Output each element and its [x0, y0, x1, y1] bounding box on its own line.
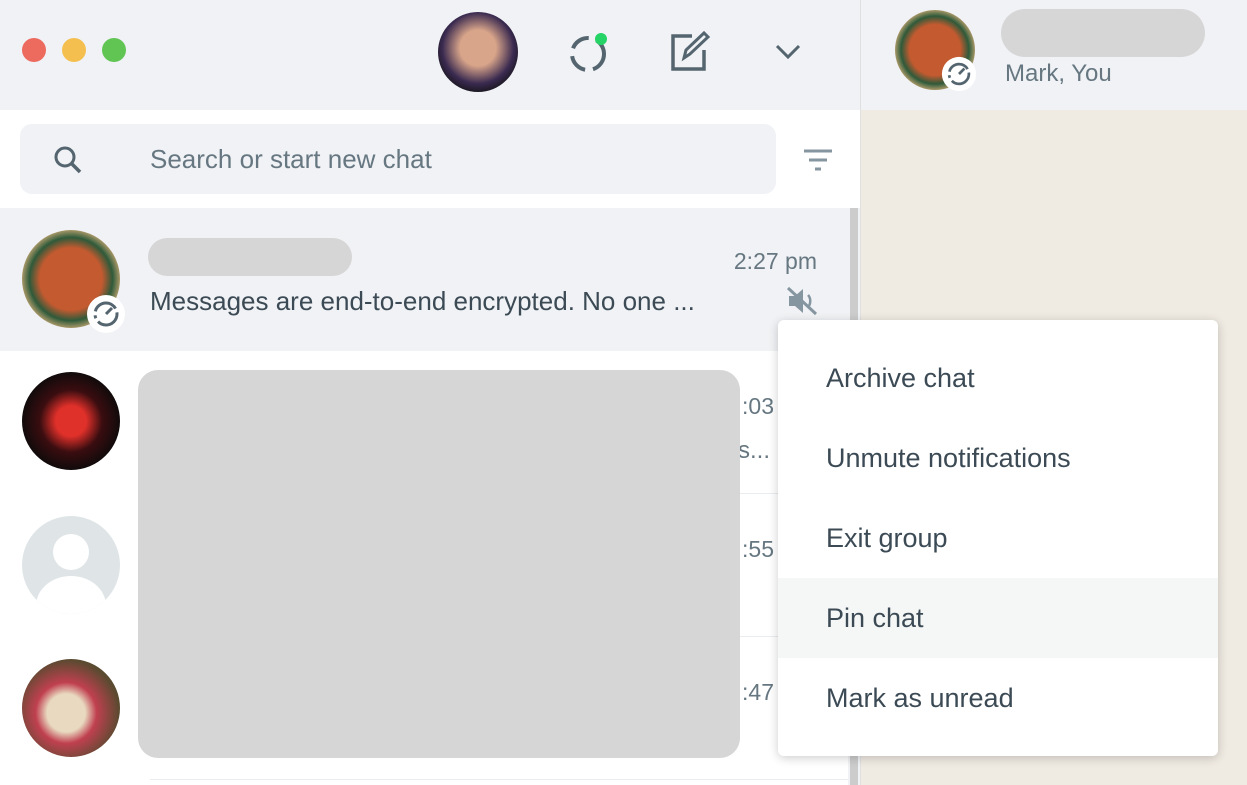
chat-time: :47	[742, 679, 774, 705]
search-row	[0, 110, 860, 208]
chat-list-panel: 2:27 pm Messages are end-to-end encrypte…	[0, 0, 860, 785]
chat-context-menu: Archive chat Unmute notifications Exit g…	[778, 320, 1218, 756]
status-icon[interactable]	[566, 30, 610, 74]
header-bar	[0, 0, 860, 110]
menu-item-exit-group[interactable]: Exit group	[778, 498, 1218, 578]
chat-time: :55	[742, 536, 774, 562]
chat-preview: s...	[738, 437, 771, 464]
group-name-redacted	[1001, 9, 1205, 57]
disappearing-messages-icon	[87, 295, 125, 333]
conversation-header[interactable]: Mark, You	[861, 0, 1247, 110]
new-chat-icon[interactable]	[668, 30, 712, 74]
chat-time: 2:27 pm	[733, 248, 817, 274]
search-icon	[54, 146, 82, 174]
chat-preview: Messages are end-to-end encrypted. No on…	[150, 286, 695, 316]
disappearing-messages-icon	[941, 56, 977, 92]
chat-avatar	[22, 372, 120, 470]
default-avatar	[22, 516, 120, 614]
profile-avatar[interactable]	[438, 12, 518, 92]
chat-time: :03	[742, 393, 774, 419]
search-input[interactable]	[150, 124, 750, 194]
group-members: Mark, You	[1005, 60, 1112, 87]
muted-icon	[786, 286, 818, 316]
close-window-button[interactable]	[22, 38, 46, 62]
divider	[150, 779, 848, 780]
search-box[interactable]	[20, 124, 776, 194]
chevron-down-icon[interactable]	[774, 40, 802, 64]
chat-avatar	[22, 659, 120, 757]
menu-item-mark-as-unread[interactable]: Mark as unread	[778, 658, 1218, 738]
chat-item[interactable]: 2:27 pm Messages are end-to-end encrypte…	[0, 208, 848, 351]
redacted-region	[138, 370, 740, 758]
menu-item-archive-chat[interactable]: Archive chat	[778, 338, 1218, 418]
menu-item-pin-chat[interactable]: Pin chat	[778, 578, 1218, 658]
filter-icon[interactable]	[802, 148, 834, 174]
zoom-window-button[interactable]	[102, 38, 126, 62]
chat-name-redacted	[148, 238, 352, 276]
menu-item-unmute-notifications[interactable]: Unmute notifications	[778, 418, 1218, 498]
minimize-window-button[interactable]	[62, 38, 86, 62]
